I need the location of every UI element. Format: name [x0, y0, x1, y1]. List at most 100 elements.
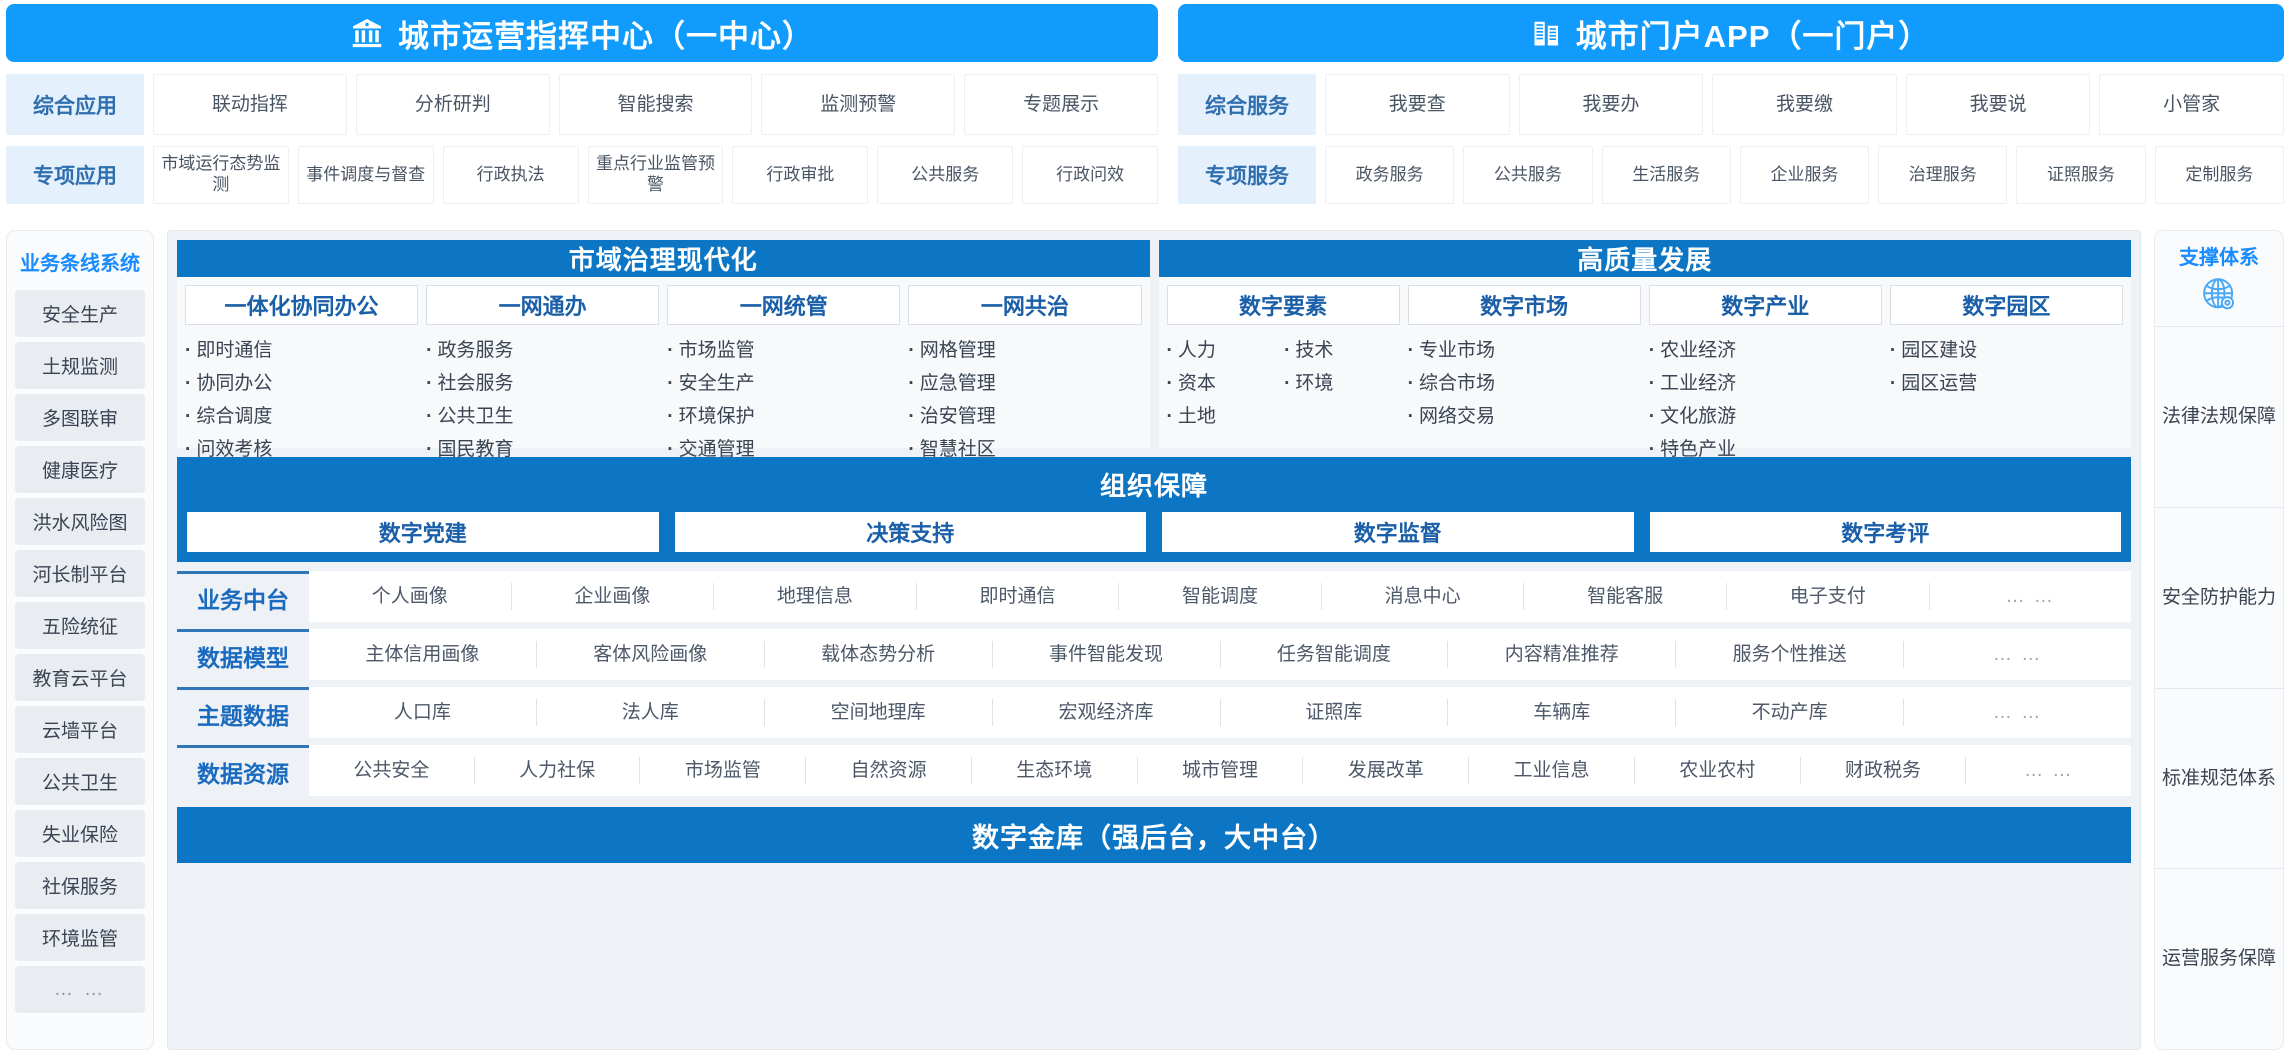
rail-item[interactable]: 河长制平台 [15, 550, 145, 597]
stack-chip[interactable]: 证照库 [1221, 699, 1449, 726]
rail-item[interactable]: 社保服务 [15, 862, 145, 909]
stack-chip-more[interactable]: … … [1930, 583, 2132, 610]
rail-item[interactable]: 洪水风险图 [15, 498, 145, 545]
stack-chip[interactable]: 内容精准推荐 [1448, 641, 1677, 668]
service-tile[interactable]: 政务服务 [1325, 146, 1455, 204]
stack-chip[interactable]: 人力社保 [475, 757, 641, 784]
support-item[interactable]: 运营服务保障 [2155, 868, 2283, 1049]
app-tile[interactable]: 联动指挥 [153, 74, 347, 135]
rail-item-more[interactable]: … … [15, 966, 145, 1013]
app-tile[interactable]: 重点行业监管预警 [587, 146, 724, 204]
stack-chip[interactable]: 主体信用画像 [309, 641, 537, 668]
service-tile[interactable]: 公共服务 [1463, 146, 1593, 204]
bullet-column: 专业市场 综合市场 网络交易 [1408, 335, 1641, 461]
org-item[interactable]: 决策支持 [674, 512, 1146, 552]
bullet-item: 应急管理 [908, 368, 1141, 395]
service-tile[interactable]: 我要查 [1325, 74, 1510, 135]
stack-chip[interactable]: 事件智能发现 [993, 641, 1221, 668]
rail-item[interactable]: 失业保险 [15, 810, 145, 857]
app-tile[interactable]: 公共服务 [877, 146, 1014, 204]
data-model-row: 数据模型 主体信用画像 客体风险画像 载体态势分析 事件智能发现 任务智能调度 … [177, 629, 2131, 680]
stack-chip[interactable]: 城市管理 [1138, 757, 1304, 784]
stack-chip[interactable]: 企业画像 [512, 583, 715, 610]
service-tile[interactable]: 证照服务 [2016, 146, 2146, 204]
stack-chip[interactable]: 即时通信 [917, 583, 1120, 610]
support-item[interactable]: 标准规范体系 [2155, 687, 2283, 869]
app-tile[interactable]: 专题展示 [964, 74, 1158, 135]
rail-item[interactable]: 多图联审 [15, 394, 145, 441]
stack-chip[interactable]: 法人库 [537, 699, 765, 726]
support-system-title: 支撑体系 [2179, 247, 2259, 269]
app-tile[interactable]: 分析研判 [355, 74, 550, 135]
bullet-item: 园区建设 [1890, 335, 2123, 362]
stack-chip[interactable]: 服务个性推送 [1676, 641, 1905, 668]
stack-chip[interactable]: 工业信息 [1469, 757, 1635, 784]
bullet-item: 即时通信 [185, 335, 418, 362]
stack-chip[interactable]: 农业农村 [1635, 757, 1801, 784]
app-tile[interactable]: 市域运行态势监测 [153, 146, 289, 204]
stack-chip[interactable]: 宏观经济库 [993, 699, 1221, 726]
service-tile[interactable]: 定制服务 [2154, 146, 2284, 204]
service-tile[interactable]: 生活服务 [1601, 146, 1731, 204]
service-tile[interactable]: 我要缴 [1712, 74, 1897, 135]
bullet-item: 综合市场 [1408, 368, 1641, 395]
support-item[interactable]: 法律法规保障 [2155, 326, 2283, 507]
pane-tab[interactable]: 数字产业 [1648, 285, 1882, 325]
stack-chip-more[interactable]: … … [1904, 641, 2131, 668]
org-item[interactable]: 数字监督 [1162, 512, 1634, 552]
service-tile[interactable]: 我要办 [1518, 74, 1704, 135]
app-tile[interactable]: 监测预警 [761, 74, 956, 135]
stack-chip[interactable]: 载体态势分析 [765, 641, 993, 668]
app-tile[interactable]: 智能搜索 [558, 74, 753, 135]
stack-chip[interactable]: 发展改革 [1303, 757, 1470, 784]
stack-chip-more[interactable]: … … [1904, 699, 2131, 726]
service-tile[interactable]: 小管家 [2099, 74, 2284, 135]
stack-row-label: 数据模型 [177, 629, 309, 680]
pane-tab[interactable]: 一网通办 [426, 285, 660, 325]
rail-item[interactable]: 环境监管 [15, 914, 145, 961]
org-item[interactable]: 数字考评 [1649, 512, 2121, 552]
stack-chip[interactable]: 智能调度 [1119, 583, 1322, 610]
org-item[interactable]: 数字党建 [187, 512, 659, 552]
app-tile[interactable]: 行政问效 [1022, 146, 1159, 204]
app-tile[interactable]: 行政执法 [442, 146, 579, 204]
city-portal-column: 城市门户APP（一门户） 综合服务 我要查 我要办 我要缴 我要说 小管家 专项… [1178, 4, 2284, 216]
stack-chip[interactable]: 个人画像 [309, 583, 512, 610]
stack-row-label: 业务中台 [177, 571, 309, 622]
pane-tab[interactable]: 一网共治 [908, 285, 1142, 325]
pane-tab[interactable]: 数字市场 [1407, 285, 1641, 325]
rail-item[interactable]: 教育云平台 [15, 654, 145, 701]
rail-item[interactable]: 健康医疗 [15, 446, 145, 493]
app-tile[interactable]: 行政审批 [732, 146, 869, 204]
rail-item[interactable]: 公共卫生 [15, 758, 145, 805]
stack-chip[interactable]: 财政税务 [1801, 757, 1967, 784]
stack-chip[interactable]: 智能客服 [1524, 583, 1727, 610]
stack-chip[interactable]: 任务智能调度 [1221, 641, 1449, 668]
pane-tab[interactable]: 数字园区 [1889, 285, 2123, 325]
stack-chip[interactable]: 客体风险画像 [537, 641, 765, 668]
stack-chip-more[interactable]: … … [1966, 757, 2131, 784]
stack-chip[interactable]: 不动产库 [1676, 699, 1905, 726]
service-tile[interactable]: 治理服务 [1878, 146, 2008, 204]
support-item[interactable]: 安全防护能力 [2155, 506, 2283, 688]
rail-item[interactable]: 安全生产 [15, 290, 145, 337]
app-tile[interactable]: 事件调度与督查 [297, 146, 434, 204]
stack-chip[interactable]: 自然资源 [806, 757, 972, 784]
pane-tab[interactable]: 数字要素 [1166, 285, 1400, 325]
rail-item[interactable]: 土规监测 [15, 342, 145, 389]
stack-chip[interactable]: 电子支付 [1727, 583, 1930, 610]
stack-chip[interactable]: 生态环境 [972, 757, 1138, 784]
stack-chip[interactable]: 车辆库 [1448, 699, 1677, 726]
service-tile[interactable]: 我要说 [1905, 74, 2091, 135]
stack-chip[interactable]: 消息中心 [1322, 583, 1525, 610]
service-tile[interactable]: 企业服务 [1739, 146, 1870, 204]
stack-chip[interactable]: 公共安全 [309, 757, 475, 784]
pane-tab[interactable]: 一网统管 [667, 285, 901, 325]
stack-chip[interactable]: 地理信息 [714, 583, 917, 610]
pane-tab[interactable]: 一体化协同办公 [185, 285, 419, 325]
rail-item[interactable]: 五险统征 [15, 602, 145, 649]
stack-chip[interactable]: 人口库 [309, 699, 537, 726]
rail-item[interactable]: 云墙平台 [15, 706, 145, 753]
stack-chip[interactable]: 市场监管 [640, 757, 807, 784]
stack-chip[interactable]: 空间地理库 [765, 699, 993, 726]
